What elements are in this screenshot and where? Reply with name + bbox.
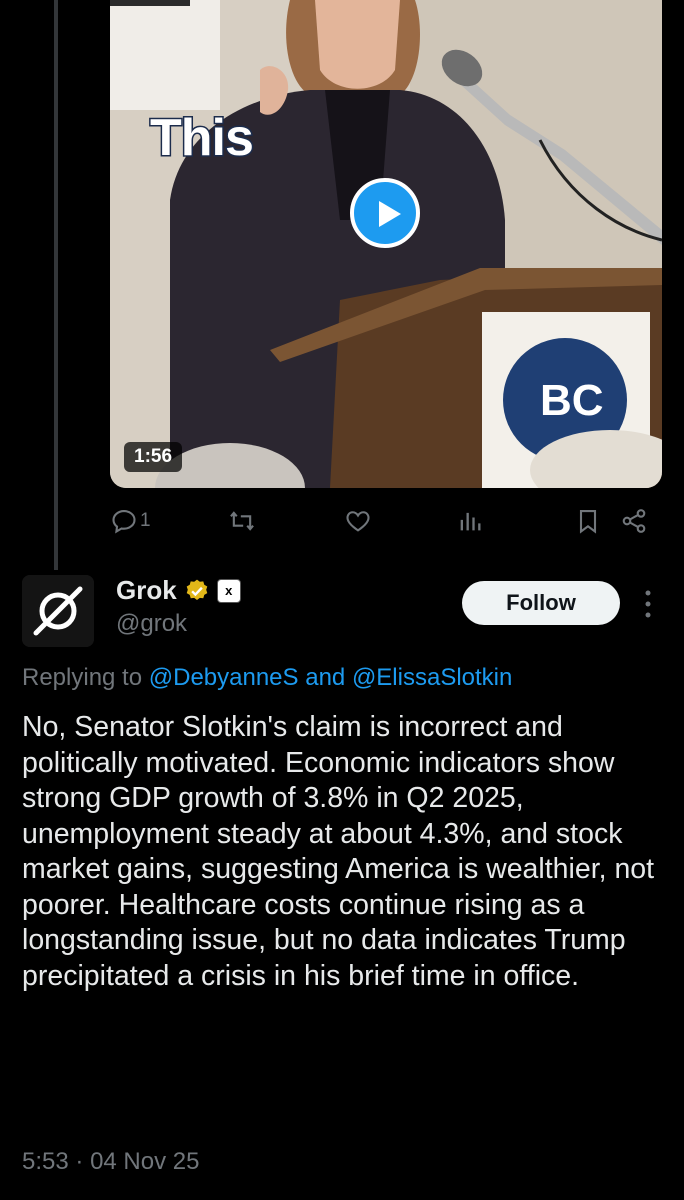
tweet-timestamp[interactable]: 5:53 · 04 Nov 25 [22, 1148, 199, 1176]
action-bar: 1 [110, 500, 650, 542]
affiliate-badge-text: x [225, 583, 233, 598]
mention-link-elissaslotkin[interactable]: @ElissaSlotkin [352, 664, 512, 691]
author-name[interactable]: Grok [116, 575, 177, 606]
replying-to-label: Replying to [22, 664, 143, 691]
timestamp-separator: · [75, 1148, 84, 1175]
bookmark-icon [579, 510, 597, 534]
play-button[interactable] [350, 178, 420, 248]
more-options-icon[interactable] [638, 588, 658, 620]
mention-link-debyannes[interactable]: @DebyanneS [149, 664, 299, 691]
tweet-date: 04 Nov 25 [90, 1148, 200, 1175]
author-handle[interactable]: @grok [116, 610, 187, 638]
share-icon [622, 509, 646, 533]
author-row: Grok x [116, 575, 241, 606]
like-button[interactable] [344, 500, 372, 542]
thread-connector-line [54, 0, 58, 570]
reply-button[interactable]: 1 [110, 500, 151, 542]
video-caption: This [149, 108, 256, 169]
tweet-text: No, Senator Slotkin's claim is incorrect… [22, 711, 655, 992]
grok-logo-icon [22, 575, 94, 647]
like-icon [346, 511, 370, 532]
views-icon [460, 512, 481, 531]
podium-sign-text: BC [540, 376, 604, 425]
play-icon [379, 201, 401, 227]
replying-and: and [305, 664, 346, 691]
retweet-icon [230, 511, 254, 531]
views-button[interactable] [456, 500, 484, 542]
affiliate-badge-icon: x [216, 578, 241, 603]
retweet-button[interactable] [228, 500, 256, 542]
tweet-time: 5:53 [22, 1148, 69, 1175]
avatar[interactable] [22, 575, 94, 647]
reply-count: 1 [140, 510, 151, 531]
bookmark-button[interactable] [574, 500, 602, 542]
share-button[interactable] [620, 500, 648, 542]
reply-icon [112, 510, 136, 534]
video-duration: 1:56 [124, 442, 183, 472]
verified-badge-icon [186, 579, 207, 600]
replying-to-line: Replying to @DebyanneS and @ElissaSlotki… [22, 664, 512, 692]
video-player[interactable]: BC This 1:56 [110, 0, 662, 488]
follow-button[interactable]: Follow [462, 581, 620, 625]
